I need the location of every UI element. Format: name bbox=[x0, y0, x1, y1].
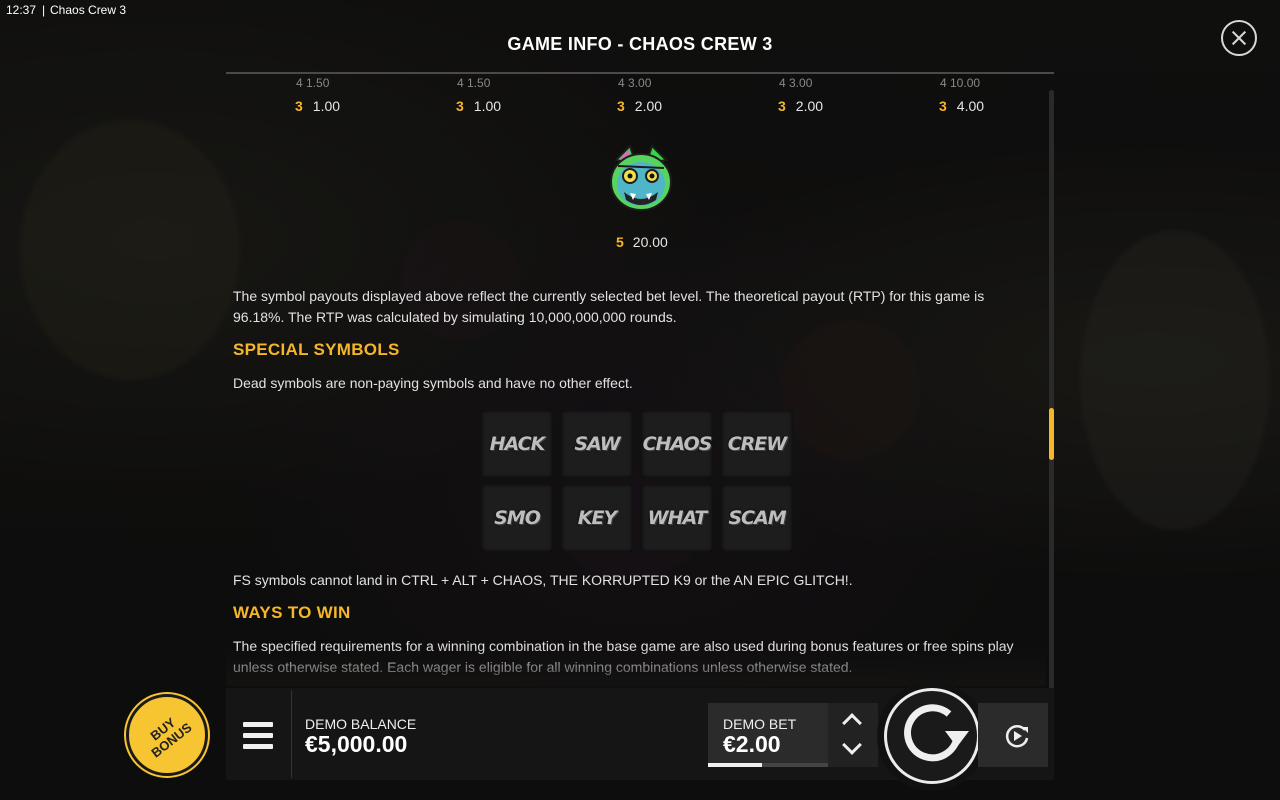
rtp-text: The symbol payouts displayed above refle… bbox=[233, 288, 985, 325]
spin-button[interactable] bbox=[884, 688, 980, 784]
autoplay-icon bbox=[1005, 725, 1029, 748]
dead-symbol: KEY bbox=[561, 484, 633, 552]
scrollbar-track[interactable] bbox=[1049, 90, 1054, 690]
payout-cell: 3 2.00 bbox=[617, 98, 663, 114]
dead-symbol: CREW bbox=[721, 410, 793, 478]
cut-value: 4 3.00 bbox=[618, 76, 652, 90]
clock: 12:37 bbox=[6, 3, 37, 17]
bet-level-fill bbox=[708, 763, 762, 767]
fs-symbols-note: FS symbols cannot land in CTRL + ALT + C… bbox=[233, 572, 853, 588]
dead-symbols-grid: HACK SAW CHAOS CREW SMO KEY WHAT SCAM bbox=[481, 410, 801, 554]
payout-cell: 3 1.00 bbox=[456, 98, 502, 114]
dead-symbols-description: Dead symbols are non-paying symbols and … bbox=[233, 375, 633, 391]
game-info-content[interactable]: 4 1.50 4 1.50 4 3.00 4 3.00 4 10.00 3 1.0… bbox=[226, 76, 1046, 686]
bet-label: DEMO BET bbox=[723, 716, 797, 732]
status-separator: | bbox=[42, 3, 46, 17]
spin-icon bbox=[904, 704, 969, 762]
special-symbols-heading: SPECIAL SYMBOLS bbox=[233, 340, 400, 359]
balance-label: DEMO BALANCE bbox=[305, 716, 417, 732]
scrollbar-thumb[interactable] bbox=[1049, 408, 1054, 460]
wild-cat-symbol bbox=[610, 144, 672, 211]
app-title: Chaos Crew 3 bbox=[50, 3, 127, 17]
dead-symbol: WHAT bbox=[641, 484, 713, 552]
dead-symbol: CHAOS bbox=[641, 410, 713, 478]
payout-cell: 3 2.00 bbox=[778, 98, 824, 114]
page-title: GAME INFO - CHAOS CREW 3 bbox=[507, 34, 773, 54]
buy-bonus-button[interactable]: BUY BONUS bbox=[126, 694, 208, 776]
content-fade bbox=[226, 646, 1046, 686]
dead-symbol: SMO bbox=[481, 484, 553, 552]
cut-value: 4 1.50 bbox=[296, 76, 330, 90]
paytable-row: 3 1.00 3 1.00 3 2.00 3 2.00 3 4.00 bbox=[226, 98, 1046, 118]
close-icon[interactable] bbox=[1221, 20, 1257, 56]
bar-divider bbox=[291, 690, 292, 778]
balance-value: €5,000.00 bbox=[305, 731, 408, 757]
title-divider bbox=[226, 72, 1054, 74]
ways-to-win-heading: WAYS TO WIN bbox=[233, 603, 351, 622]
payout-cell: 3 4.00 bbox=[939, 98, 985, 114]
cut-value: 4 10.00 bbox=[940, 76, 981, 90]
dead-symbol: HACK bbox=[481, 410, 553, 478]
wild-payout: 5 20.00 bbox=[616, 234, 668, 250]
dead-symbol: SAW bbox=[561, 410, 633, 478]
bet-stepper bbox=[828, 703, 878, 767]
payout-cell: 3 1.00 bbox=[295, 98, 341, 114]
dead-symbol: SCAM bbox=[721, 484, 793, 552]
paytable-cut-row: 4 1.50 4 1.50 4 3.00 4 3.00 4 10.00 bbox=[226, 76, 1046, 90]
bet-value: €2.00 bbox=[723, 731, 781, 757]
cut-value: 4 1.50 bbox=[457, 76, 491, 90]
menu-icon[interactable] bbox=[237, 718, 279, 754]
cut-value: 4 3.00 bbox=[779, 76, 813, 90]
